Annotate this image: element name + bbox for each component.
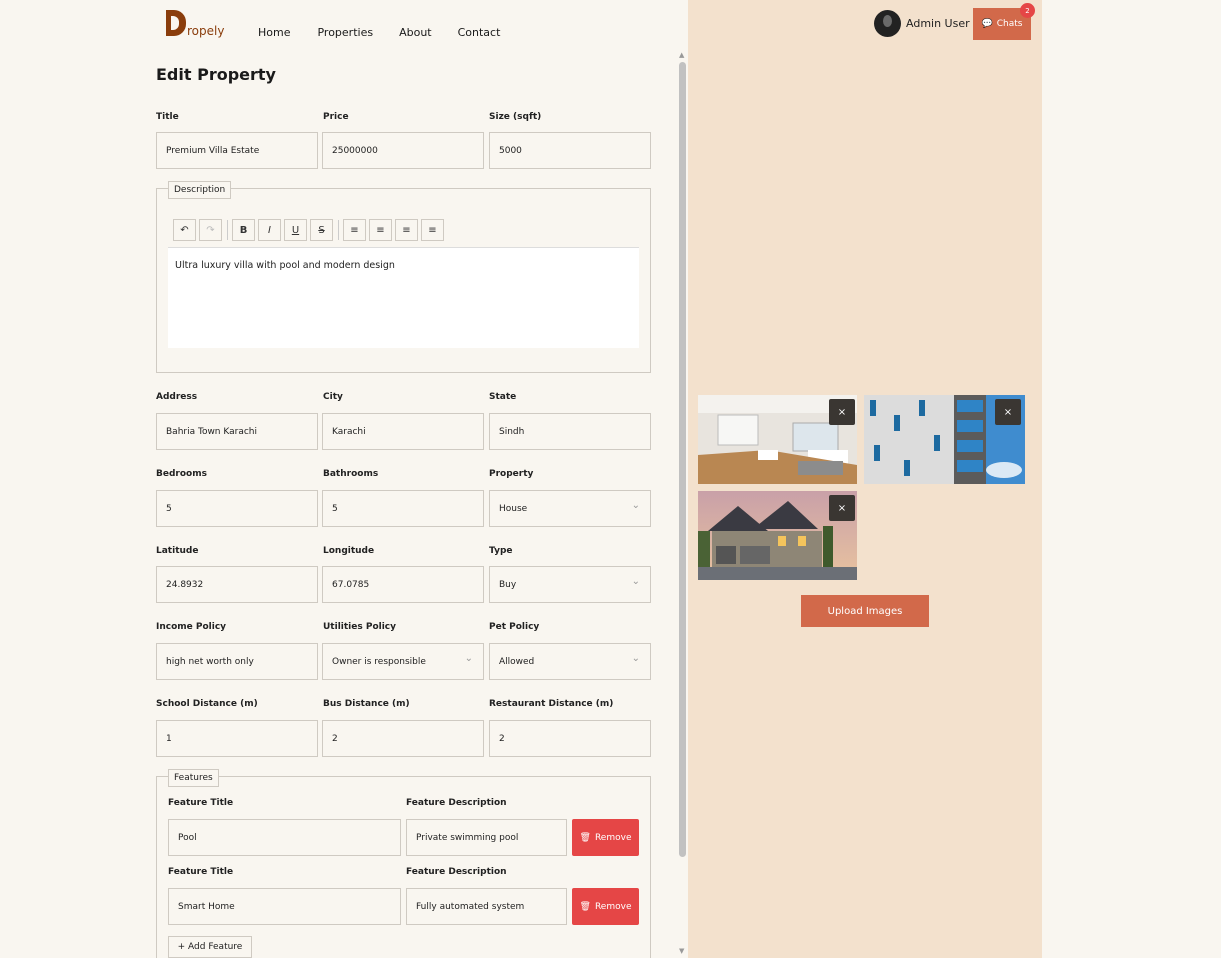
description-legend: Description <box>168 181 232 199</box>
address-label: Address <box>156 392 198 402</box>
bathrooms-label: Bathrooms <box>323 469 379 479</box>
strikethrough-icon[interactable]: S <box>310 219 333 241</box>
bold-icon[interactable]: B <box>232 219 255 241</box>
remove-feature-button[interactable]: 🗑 Remove <box>572 888 639 925</box>
user-name: Admin User <box>906 17 970 30</box>
type-select[interactable]: Buy <box>489 566 651 603</box>
scroll-up-arrow-icon[interactable]: ▲ <box>679 51 684 59</box>
feature-title-label: Feature Title <box>168 798 234 808</box>
align-center-icon[interactable]: ≡ <box>369 219 392 241</box>
type-value: Buy <box>499 579 517 590</box>
utilities-policy-value: Owner is responsible <box>332 656 426 667</box>
nav-home[interactable]: Home <box>258 26 290 39</box>
add-feature-button[interactable]: + Add Feature <box>168 936 252 958</box>
property-value: House <box>499 503 528 514</box>
remove-image-button[interactable]: × <box>829 399 855 425</box>
feature-description-input[interactable]: Private swimming pool <box>406 819 567 856</box>
longitude-label: Longitude <box>323 546 375 556</box>
scroll-down-arrow-icon[interactable]: ▼ <box>679 947 684 955</box>
feature-title-input[interactable]: Smart Home <box>168 888 401 925</box>
editor-toolbar: ↶ ↷ B I U S ≡ ≡ ≡ ≡ <box>173 219 447 241</box>
chats-label: Chats <box>996 19 1023 29</box>
toolbar-divider <box>227 220 228 240</box>
page-title: Edit Property <box>156 65 276 84</box>
feature-description-label: Feature Description <box>406 798 507 808</box>
latitude-input[interactable]: 24.8932 <box>156 566 318 603</box>
logo-mark-icon <box>166 10 186 36</box>
bedrooms-input[interactable]: 5 <box>156 490 318 527</box>
feature-title-label: Feature Title <box>168 867 234 877</box>
remove-label: Remove <box>594 901 632 912</box>
page-gutter <box>1042 0 1221 958</box>
logo[interactable]: ropely <box>166 10 225 38</box>
nav-about[interactable]: About <box>399 26 432 39</box>
school-distance-input[interactable]: 1 <box>156 720 318 757</box>
pet-policy-select[interactable]: Allowed <box>489 643 651 680</box>
nav-contact[interactable]: Contact <box>458 26 501 39</box>
school-distance-label: School Distance (m) <box>156 699 258 709</box>
bathrooms-input[interactable]: 5 <box>322 490 484 527</box>
main-nav: Home Properties About Contact <box>258 26 526 39</box>
underline-icon[interactable]: U <box>284 219 307 241</box>
nav-properties[interactable]: Properties <box>317 26 373 39</box>
chat-bubble-icon: 💬 <box>981 19 993 29</box>
price-input[interactable]: 25000000 <box>322 132 484 169</box>
align-left-icon[interactable]: ≡ <box>343 219 366 241</box>
chats-badge: 2 <box>1020 3 1035 18</box>
income-policy-label: Income Policy <box>156 622 227 632</box>
utilities-policy-select[interactable]: Owner is responsible <box>322 643 484 680</box>
property-select[interactable]: House <box>489 490 651 527</box>
avatar <box>874 10 901 37</box>
trash-icon: 🗑 <box>579 832 591 843</box>
logo-text: ropely <box>187 24 225 38</box>
italic-icon[interactable]: I <box>258 219 281 241</box>
remove-feature-button[interactable]: 🗑 Remove <box>572 819 639 856</box>
description-editor[interactable]: Ultra luxury villa with pool and modern … <box>168 247 639 348</box>
latitude-label: Latitude <box>156 546 199 556</box>
pet-policy-value: Allowed <box>499 656 535 667</box>
redo-icon[interactable]: ↷ <box>199 219 222 241</box>
upload-images-button[interactable]: Upload Images <box>801 595 929 627</box>
user-menu[interactable]: Admin User <box>874 10 970 37</box>
restaurant-distance-label: Restaurant Distance (m) <box>489 699 614 709</box>
bus-distance-label: Bus Distance (m) <box>323 699 410 709</box>
bedrooms-label: Bedrooms <box>156 469 207 479</box>
price-label: Price <box>323 112 349 122</box>
scrollbar-thumb[interactable] <box>679 62 686 857</box>
align-justify-icon[interactable]: ≡ <box>421 219 444 241</box>
toolbar-divider <box>338 220 339 240</box>
pet-policy-label: Pet Policy <box>489 622 540 632</box>
state-label: State <box>489 392 517 402</box>
restaurant-distance-input[interactable]: 2 <box>489 720 651 757</box>
feature-description-label: Feature Description <box>406 867 507 877</box>
undo-icon[interactable]: ↶ <box>173 219 196 241</box>
remove-image-button[interactable]: × <box>995 399 1021 425</box>
feature-description-input[interactable]: Fully automated system <box>406 888 567 925</box>
type-label: Type <box>489 546 513 556</box>
bus-distance-input[interactable]: 2 <box>322 720 484 757</box>
size-input[interactable]: 5000 <box>489 132 651 169</box>
utilities-policy-label: Utilities Policy <box>323 622 396 632</box>
longitude-input[interactable]: 67.0785 <box>322 566 484 603</box>
feature-title-input[interactable]: Pool <box>168 819 401 856</box>
city-input[interactable]: Karachi <box>322 413 484 450</box>
size-label: Size (sqft) <box>489 112 542 122</box>
city-label: City <box>323 392 343 402</box>
address-input[interactable]: Bahria Town Karachi <box>156 413 318 450</box>
features-legend: Features <box>168 769 219 787</box>
title-input[interactable]: Premium Villa Estate <box>156 132 318 169</box>
title-label: Title <box>156 112 179 122</box>
state-input[interactable]: Sindh <box>489 413 651 450</box>
remove-image-button[interactable]: × <box>829 495 855 521</box>
trash-icon: 🗑 <box>579 901 591 912</box>
align-right-icon[interactable]: ≡ <box>395 219 418 241</box>
property-label: Property <box>489 469 534 479</box>
remove-label: Remove <box>594 832 632 843</box>
income-policy-input[interactable]: high net worth only <box>156 643 318 680</box>
